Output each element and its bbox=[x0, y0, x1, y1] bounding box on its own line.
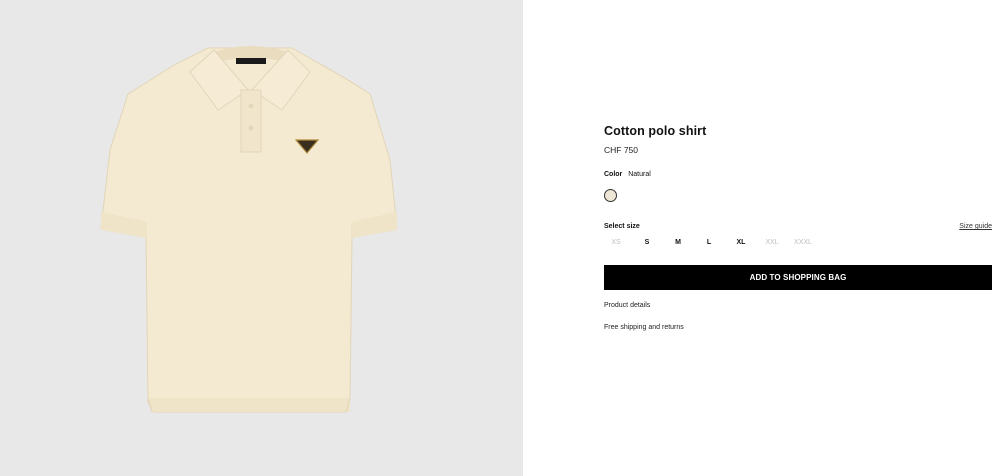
product-title: Cotton polo shirt bbox=[604, 124, 707, 138]
size-option-m[interactable]: M bbox=[667, 239, 689, 246]
product-price: CHF 750 bbox=[604, 145, 639, 155]
size-option-l[interactable]: L bbox=[698, 239, 720, 246]
product-details-link[interactable]: Product details bbox=[604, 302, 650, 309]
color-row: Color Natural bbox=[604, 171, 651, 178]
size-header: Select size Size guide bbox=[604, 223, 992, 230]
size-guide-link[interactable]: Size guide bbox=[959, 223, 992, 230]
product-info-panel: Cotton polo shirt CHF 750 Color Natural … bbox=[604, 0, 992, 476]
shipping-returns-link[interactable]: Free shipping and returns bbox=[604, 324, 684, 331]
size-selector: XS S M L XL XXL XXXL bbox=[604, 239, 844, 249]
size-label: Select size bbox=[604, 223, 640, 230]
color-swatch-natural[interactable] bbox=[604, 189, 617, 202]
size-option-s[interactable]: S bbox=[636, 239, 658, 246]
product-image-pane bbox=[0, 0, 523, 476]
size-option-xxxl[interactable]: XXXL bbox=[792, 239, 814, 246]
color-value: Natural bbox=[628, 171, 651, 178]
polo-shirt-image bbox=[100, 46, 398, 413]
add-to-bag-button[interactable]: ADD TO SHOPPING BAG bbox=[604, 265, 992, 290]
color-label: Color bbox=[604, 171, 623, 178]
size-option-xxl[interactable]: XXL bbox=[761, 239, 783, 246]
size-option-xl[interactable]: XL bbox=[730, 239, 752, 246]
size-option-xs[interactable]: XS bbox=[605, 239, 627, 246]
